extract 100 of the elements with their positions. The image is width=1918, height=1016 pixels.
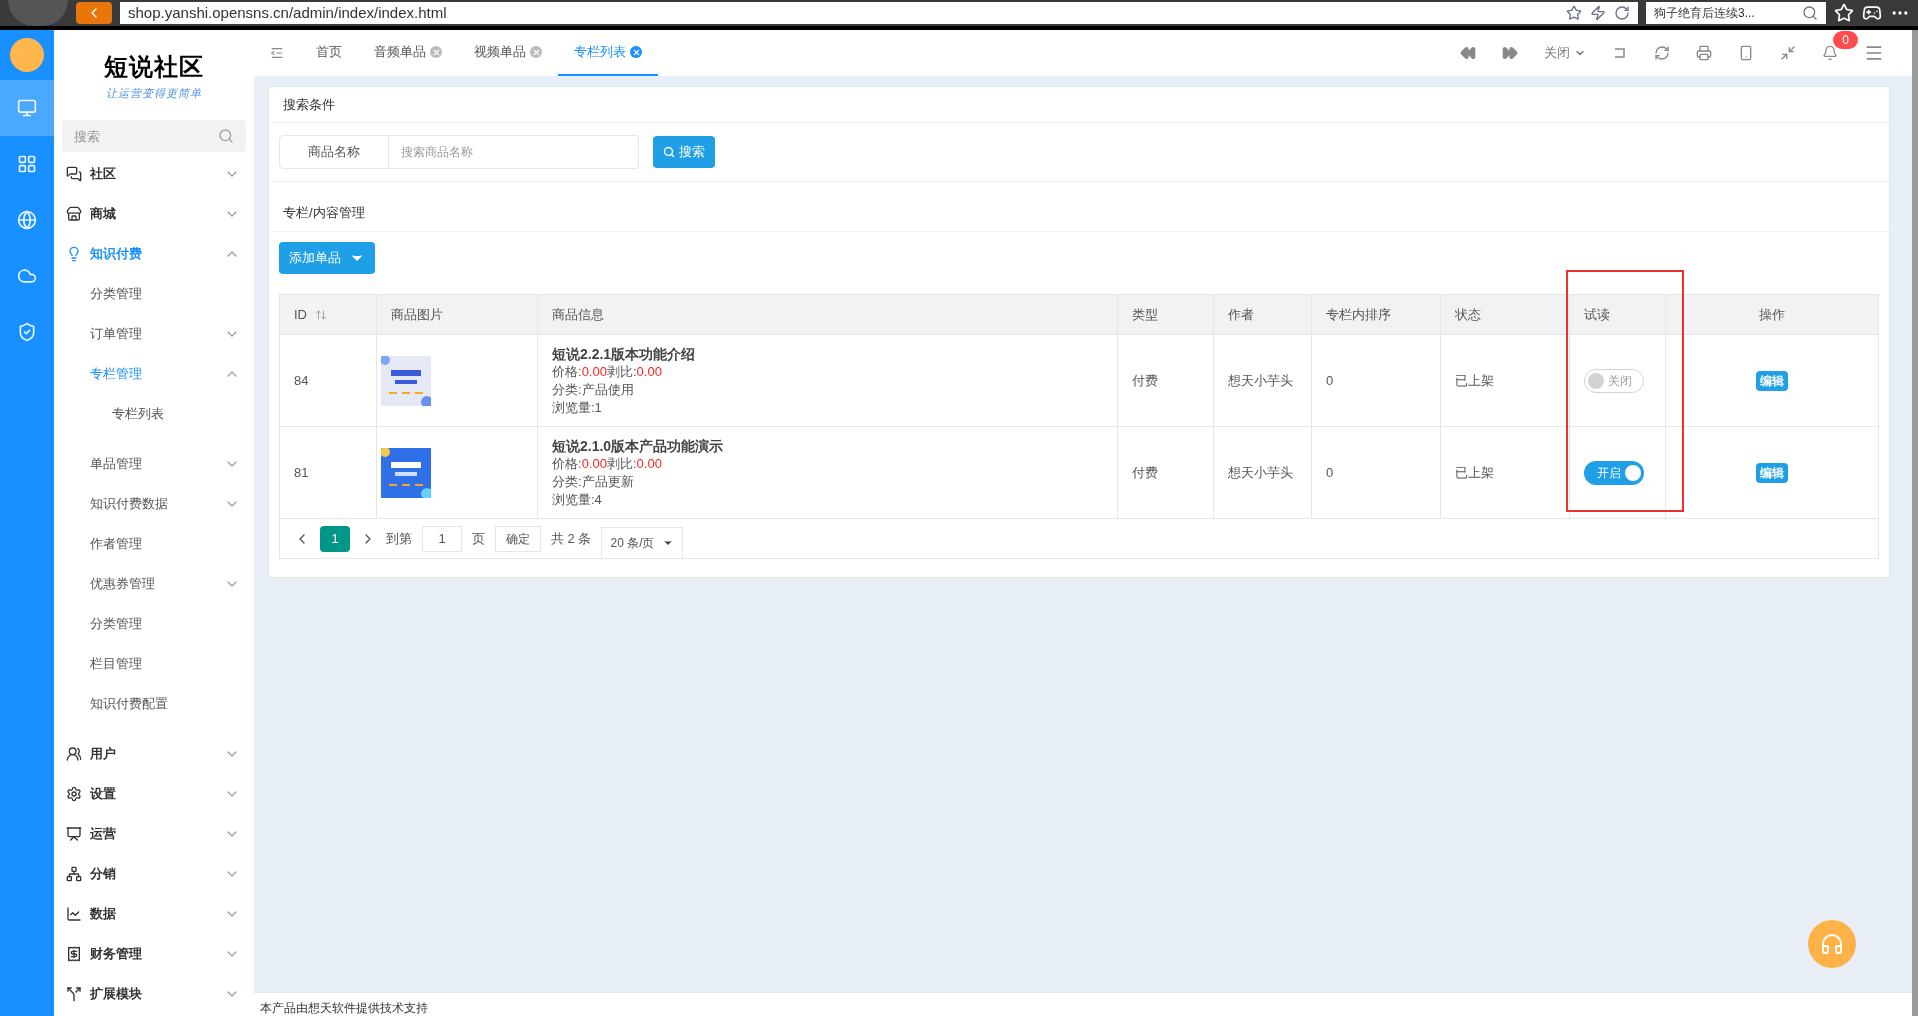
sidebar-subitem[interactable]: 作者管理 — [54, 524, 254, 564]
page-number[interactable]: 1 — [320, 525, 350, 552]
price-line: 价格:0.00剥比:0.00 — [552, 362, 663, 381]
column-header: 状态 — [1441, 295, 1570, 334]
column-header: 商品信息 — [538, 295, 1118, 334]
product-name-field[interactable]: 搜索商品名称 — [389, 135, 639, 169]
table-cell: 想天小芋头 — [1214, 335, 1312, 426]
notification-count: 0 — [1833, 31, 1858, 49]
table-cell: 84 — [280, 335, 377, 426]
sidebar-subitem[interactable]: 知识付费配置 — [54, 684, 254, 724]
sidebar-item[interactable]: 财务管理 — [54, 934, 254, 974]
avatar-icon[interactable] — [10, 38, 44, 72]
shrink-icon[interactable] — [1780, 45, 1796, 61]
sidebar-subitem[interactable]: 栏目管理 — [54, 644, 254, 684]
sidebar-item[interactable]: 设置 — [54, 774, 254, 814]
logo-slogan: 让运营变得更简单 — [105, 85, 203, 101]
tab[interactable]: 首页 — [300, 30, 358, 76]
sidebar-item[interactable]: 商城 — [54, 194, 254, 234]
shield-check-icon — [17, 322, 37, 342]
cloud-icon — [17, 266, 37, 286]
sidebar-subitem[interactable]: 优惠券管理 — [54, 564, 254, 604]
table-cell: 0 — [1312, 427, 1441, 518]
sidebar-subitem[interactable]: 分类管理 — [54, 604, 254, 644]
column-header: 类型 — [1118, 295, 1214, 334]
sidebar-subitem[interactable]: 知识付费数据 — [54, 484, 254, 524]
close-dropdown[interactable]: 关闭 — [1544, 43, 1586, 63]
column-header: 作者 — [1214, 295, 1312, 334]
sidebar-subitem[interactable]: 订单管理 — [54, 314, 254, 354]
tab[interactable]: 视频单品 — [458, 30, 558, 76]
column-header: 专栏内排序 — [1312, 295, 1441, 334]
globe-icon — [17, 210, 37, 230]
sidebar-subitem[interactable]: 分类管理 — [54, 274, 254, 314]
search-text: 狗子绝育后连续3... — [1654, 5, 1756, 22]
table-cell: 0 — [1312, 335, 1441, 426]
tab[interactable]: 音频单品 — [358, 30, 458, 76]
support-button[interactable] — [1808, 920, 1856, 968]
footer-text: 本产品由想天软件提供技术支持 — [260, 1000, 428, 1016]
bracket-icon[interactable] — [1612, 45, 1628, 61]
fast-forward-icon[interactable] — [1502, 45, 1518, 61]
refresh-icon[interactable] — [1654, 45, 1670, 61]
star-icon[interactable] — [1566, 5, 1582, 21]
sidebar-item[interactable]: 扩展模块 — [54, 974, 254, 1014]
table-cell: 付费 — [1118, 427, 1214, 518]
close-icon[interactable] — [430, 46, 442, 58]
x-icon — [431, 47, 441, 57]
section-title: 搜索条件 — [269, 87, 1889, 123]
close-icon[interactable] — [630, 46, 642, 58]
sidebar-item[interactable]: 社区 — [54, 154, 254, 194]
lightning-icon[interactable] — [1590, 5, 1606, 21]
sidebar-item[interactable]: 运营 — [54, 814, 254, 854]
page-size-select[interactable]: 20 条/页 — [601, 526, 684, 559]
phone-icon[interactable] — [1738, 45, 1754, 61]
rewind-icon[interactable] — [1460, 45, 1476, 61]
reload-icon[interactable] — [1614, 5, 1630, 21]
category-text: 分类:产品使用 — [552, 380, 635, 399]
x-icon — [531, 47, 541, 57]
browser-logo-icon — [8, 0, 68, 26]
column-header: 试读 — [1570, 295, 1666, 334]
gamepad-icon[interactable] — [1862, 3, 1882, 23]
collapse-icon[interactable] — [270, 46, 284, 60]
search-icon[interactable] — [1802, 5, 1818, 21]
column-header: ID — [280, 295, 377, 334]
address-bar[interactable]: shop.yanshi.opensns.cn/admin/index/index.html — [120, 2, 1638, 24]
category-text: 分类:产品更新 — [552, 472, 635, 491]
column-header: 操作 — [1758, 305, 1786, 324]
x-icon — [631, 47, 641, 57]
url-text: shop.yanshi.opensns.cn/admin/index/index.html — [128, 2, 448, 23]
product-title: 短说2.2.1版本功能介绍 — [552, 344, 697, 363]
sidebar-item[interactable]: 分销 — [54, 854, 254, 894]
search-icon — [663, 146, 675, 158]
table-cell: 已上架 — [1441, 335, 1570, 426]
printer-icon[interactable] — [1696, 45, 1712, 61]
search-icon[interactable] — [218, 128, 234, 144]
table-cell: 已上架 — [1441, 427, 1570, 518]
table-cell: 付费 — [1118, 335, 1214, 426]
back-button[interactable] — [76, 2, 112, 24]
monitor-icon — [17, 98, 37, 118]
close-icon[interactable] — [530, 46, 542, 58]
bell-icon[interactable] — [1822, 45, 1838, 61]
sidebar-subitem[interactable]: 单品管理 — [54, 444, 254, 484]
table-cell: 想天小芋头 — [1214, 427, 1312, 518]
sidebar-item[interactable]: 数据 — [54, 894, 254, 934]
price-line: 价格:0.00剥比:0.00 — [552, 454, 663, 473]
sidebar-item[interactable]: 用户 — [54, 734, 254, 774]
field-label: 商品名称 — [279, 135, 389, 169]
section-title: 专栏/内容管理 — [269, 194, 1889, 232]
sidebar-search-field[interactable]: 搜索 — [62, 120, 246, 152]
headset-icon — [1820, 932, 1844, 956]
grid-icon — [17, 154, 37, 174]
sidebar-subitem[interactable]: 专栏列表 — [54, 394, 254, 434]
browser-search-field[interactable]: 狗子绝育后连续3... — [1646, 2, 1826, 24]
confirm-button[interactable]: 确定 — [495, 525, 541, 552]
page-unit: 页 — [472, 529, 485, 548]
column-header: 商品图片 — [377, 295, 538, 334]
total-count: 共 2 条 — [551, 529, 592, 548]
views-text: 浏览量:4 — [552, 490, 603, 509]
logo-title: 短说社区 — [103, 51, 205, 82]
goto-label: 到第 — [386, 529, 412, 548]
sort-icon[interactable] — [315, 308, 327, 321]
page-input[interactable]: 1 — [422, 525, 462, 552]
